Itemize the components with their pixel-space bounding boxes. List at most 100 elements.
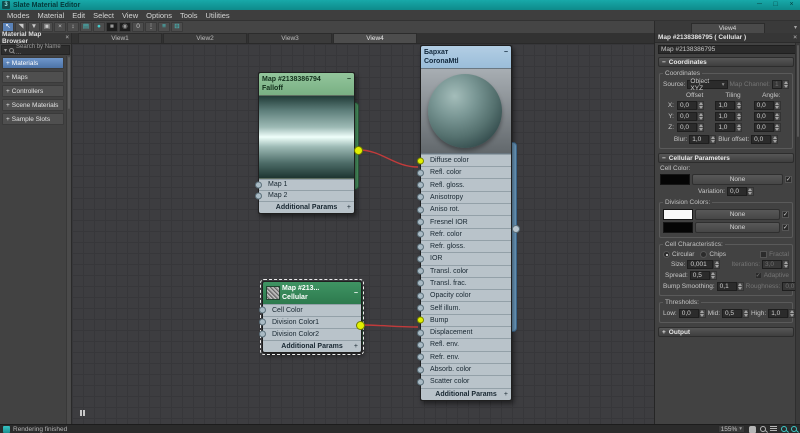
layout-children-icon[interactable]: ⊟ — [171, 22, 183, 32]
rollout-coordinates[interactable]: − Coordinates — [658, 57, 794, 67]
rollout-output[interactable]: + Output — [658, 327, 794, 337]
close-button[interactable]: × — [785, 0, 798, 10]
spinner-arrows-icon[interactable] — [697, 112, 704, 121]
x-angle-spinner[interactable]: 0,0 — [754, 101, 789, 110]
spinner-arrows-icon[interactable] — [699, 309, 706, 318]
show-end-result-icon[interactable]: ◉ — [119, 22, 131, 32]
division-color1-checkbox[interactable]: ✓ — [782, 211, 789, 218]
tab-view1[interactable]: View1 — [78, 33, 162, 43]
sidebar-item-maps[interactable]: + Maps — [2, 71, 64, 83]
cell-color-map-checkbox[interactable]: ✓ — [785, 176, 792, 183]
material-id-channel-icon[interactable]: 0 — [132, 22, 144, 32]
connection-wires[interactable] — [72, 44, 652, 424]
spinner-arrows-icon[interactable] — [782, 260, 789, 269]
slot-self-illum[interactable]: Self illum. — [421, 301, 511, 313]
input-socket[interactable] — [417, 305, 424, 312]
slot-bump[interactable]: Bump — [421, 314, 511, 326]
zoom-extents-icon[interactable] — [781, 426, 787, 432]
input-socket[interactable] — [417, 280, 424, 287]
show-shaded-material-icon[interactable]: ● — [93, 22, 105, 32]
spread-spinner[interactable]: 0,5 — [690, 271, 717, 280]
input-socket[interactable] — [417, 378, 424, 385]
spinner-arrows-icon[interactable] — [697, 101, 704, 110]
menu-select[interactable]: Select — [89, 11, 118, 20]
division-color2-checkbox[interactable]: ✓ — [782, 224, 789, 231]
spinner-arrows-icon[interactable] — [774, 112, 781, 121]
division-color2-swatch[interactable] — [663, 222, 693, 233]
node-falloff[interactable]: Map #2138386794Falloff − Map 1 Map 2 Add… — [258, 72, 355, 214]
sidebar-item-sample-slots[interactable]: + Sample Slots — [2, 113, 64, 125]
spinner-arrows-icon[interactable] — [697, 123, 704, 132]
collapse-icon[interactable]: − — [662, 59, 666, 66]
input-socket[interactable] — [417, 354, 424, 361]
y-tiling-spinner[interactable]: 1,0 — [715, 112, 750, 121]
input-socket[interactable] — [259, 319, 266, 326]
rollout-cellular-parameters[interactable]: − Cellular Parameters — [658, 153, 794, 163]
corona-output-socket[interactable] — [512, 225, 520, 233]
spinner-arrows-icon[interactable] — [747, 187, 754, 196]
spinner-arrows-icon[interactable] — [774, 101, 781, 110]
sidebar-item-scene-materials[interactable]: + Scene Materials — [2, 99, 64, 111]
spinner-arrows-icon[interactable] — [735, 123, 742, 132]
collapse-icon[interactable]: − — [354, 289, 358, 298]
input-socket-connected[interactable] — [417, 157, 424, 164]
menu-material[interactable]: Material — [34, 11, 69, 20]
high-spinner[interactable]: 1,0 — [768, 309, 795, 318]
slot-displacement[interactable]: Displacement — [421, 326, 511, 338]
slot-aniso-rot[interactable]: Aniso rot. — [421, 203, 511, 215]
menu-tools[interactable]: Tools — [176, 11, 202, 20]
move-children-icon[interactable]: ↕ — [67, 22, 79, 32]
expand-icon[interactable]: + — [504, 391, 508, 398]
spinner-arrows-icon[interactable] — [782, 80, 789, 89]
x-tiling-spinner[interactable]: 1,0 — [715, 101, 750, 110]
z-offset-spinner[interactable]: 0,0 — [677, 123, 712, 132]
pan-view-icon[interactable] — [80, 410, 85, 416]
search-input[interactable]: ▾ Search by Name ... — [1, 45, 70, 55]
slot-map2[interactable]: Map 2 — [259, 190, 354, 201]
spinner-arrows-icon[interactable] — [735, 112, 742, 121]
sidebar-item-materials[interactable]: + Materials — [2, 57, 64, 69]
menu-modes[interactable]: Modes — [3, 11, 34, 20]
falloff-additional-params[interactable]: Additional Params+ — [259, 201, 354, 213]
tab-view4[interactable]: View4 — [333, 33, 417, 43]
division-color2-map-button[interactable]: None — [695, 222, 780, 233]
browser-close-icon[interactable]: × — [65, 35, 69, 41]
falloff-header[interactable]: Map #2138386794Falloff − — [259, 73, 354, 95]
show-background-icon[interactable]: ■ — [106, 22, 118, 32]
input-socket[interactable] — [417, 366, 424, 373]
menu-utilities[interactable]: Utilities — [202, 11, 234, 20]
panel-close-icon[interactable]: × — [793, 34, 797, 41]
input-socket[interactable] — [417, 292, 424, 299]
collapse-icon[interactable]: − — [504, 48, 508, 67]
input-socket[interactable] — [417, 341, 424, 348]
slot-refr-color[interactable]: Refr. color — [421, 228, 511, 240]
spinner-arrows-icon[interactable] — [771, 135, 778, 144]
expand-icon[interactable]: + — [6, 88, 10, 95]
corona-additional-params[interactable]: Additional Params+ — [421, 388, 511, 400]
input-socket[interactable] — [417, 268, 424, 275]
corona-header[interactable]: БархатCoronaMtl − — [421, 46, 511, 68]
material-name-field[interactable]: Map #2138386795 — [658, 45, 796, 54]
slot-cell-color[interactable]: Cell Color — [263, 304, 361, 316]
input-socket[interactable] — [255, 181, 262, 188]
input-socket[interactable] — [255, 192, 262, 199]
slot-diffuse-color[interactable]: Diffuse color — [421, 154, 511, 166]
parameter-panel-view-tab[interactable]: View4 — [691, 23, 765, 33]
menu-edit[interactable]: Edit — [68, 11, 89, 20]
hide-unused-nodeslots-icon[interactable]: ▤ — [80, 22, 92, 32]
browser-scrollbar[interactable] — [66, 56, 71, 424]
z-angle-spinner[interactable]: 0,0 — [754, 123, 789, 132]
division-color1-map-button[interactable]: None — [695, 209, 780, 220]
falloff-output-socket[interactable] — [354, 146, 363, 155]
expand-icon[interactable]: + — [6, 116, 10, 123]
slot-refl-color[interactable]: Refl. color — [421, 166, 511, 178]
size-spinner[interactable]: 0,001 — [687, 260, 720, 269]
panel-dropdown-icon[interactable]: ▾ — [794, 24, 797, 31]
slot-map1[interactable]: Map 1 — [259, 179, 354, 190]
slot-fresnel-ior[interactable]: Fresnel IOR — [421, 215, 511, 227]
pan-hand-icon[interactable] — [749, 426, 756, 433]
slot-transl-frac[interactable]: Transl. frac. — [421, 277, 511, 289]
expand-icon[interactable]: + — [354, 343, 358, 350]
input-socket[interactable] — [417, 194, 424, 201]
circular-radio[interactable] — [663, 251, 670, 258]
